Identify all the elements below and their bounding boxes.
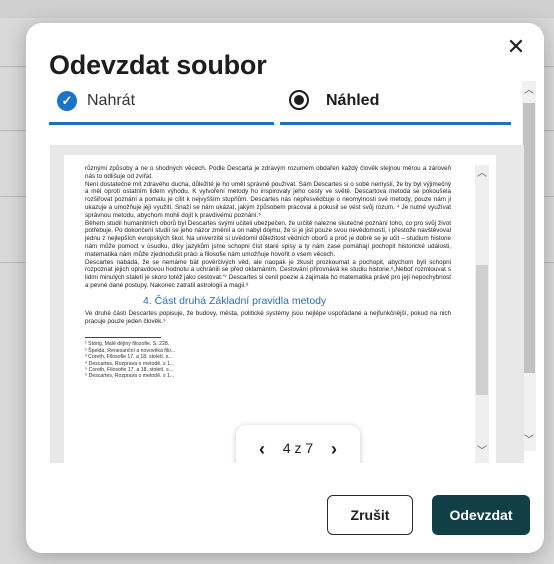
close-icon[interactable]: ✕ xyxy=(504,35,528,59)
step-upload-label: Nahrát xyxy=(87,92,136,109)
step-preview-bar xyxy=(280,122,511,125)
document-text: různými způsoby a ne o shodných věcech. … xyxy=(85,165,451,380)
scroll-up-icon[interactable]: ︿ xyxy=(522,83,536,99)
submit-file-dialog: Odevzdat soubor ✕ ✓ Nahrát Náhled ︿ ﹀ rů… xyxy=(26,23,544,553)
document-preview: různými způsoby a ne o shodných věcech. … xyxy=(50,145,524,463)
radio-selected-icon xyxy=(289,90,309,110)
doc-scrollbar-thumb[interactable] xyxy=(476,265,488,395)
doc-paragraph: Ve druhé části Descartes popisuje, že bu… xyxy=(85,309,451,325)
doc-section-heading: 4. Část druhá Základní pravidla metody xyxy=(143,294,327,307)
doc-paragraph: Není dostatečné mít zdravého ducha, důle… xyxy=(85,180,451,219)
footnote: ⁶ Descartes, Rozprava o metodě. s 1... xyxy=(85,373,175,380)
page-counter: 4 z 7 xyxy=(282,440,314,456)
dialog-title: Odevzdat soubor xyxy=(49,50,267,80)
page-navigator: ‹ 4 z 7 › xyxy=(236,425,360,463)
doc-paragraph: Během studií humanitních oborů byl Desca… xyxy=(85,219,451,258)
cancel-button[interactable]: Zrušit xyxy=(327,495,413,535)
check-circle-icon: ✓ xyxy=(57,91,77,111)
document-scrollbar[interactable]: ︿ ﹀ xyxy=(475,165,489,463)
step-preview[interactable]: Náhled xyxy=(280,85,511,125)
doc-scroll-up-icon[interactable]: ︿ xyxy=(475,167,489,181)
footnotes: ¹ Störig, Malé dějiny filozofie. S. 228.… xyxy=(85,341,451,379)
doc-scroll-down-icon[interactable]: ﹀ xyxy=(475,445,489,459)
dialog-scrollbar[interactable]: ︿ ﹀ xyxy=(522,81,536,451)
step-preview-label: Náhled xyxy=(326,92,380,109)
chevron-left-icon[interactable]: ‹ xyxy=(250,437,274,461)
document-page: různými způsoby a ne o shodných věcech. … xyxy=(64,155,496,463)
doc-paragraph: různými způsoby a ne o shodných věcech. … xyxy=(85,165,451,180)
footnote-divider xyxy=(85,337,161,339)
submit-button[interactable]: Odevzdat xyxy=(432,495,530,535)
steps-nav: ✓ Nahrát Náhled xyxy=(49,85,511,125)
chevron-right-icon[interactable]: › xyxy=(322,437,346,461)
step-upload[interactable]: ✓ Nahrát xyxy=(49,85,274,125)
scrollbar-thumb[interactable] xyxy=(523,103,535,373)
background-header xyxy=(0,0,554,18)
step-upload-bar xyxy=(49,122,274,125)
doc-paragraph: Descartes nabádá, že se nemáme bát pověr… xyxy=(85,258,451,289)
scroll-down-icon[interactable]: ﹀ xyxy=(522,433,536,449)
